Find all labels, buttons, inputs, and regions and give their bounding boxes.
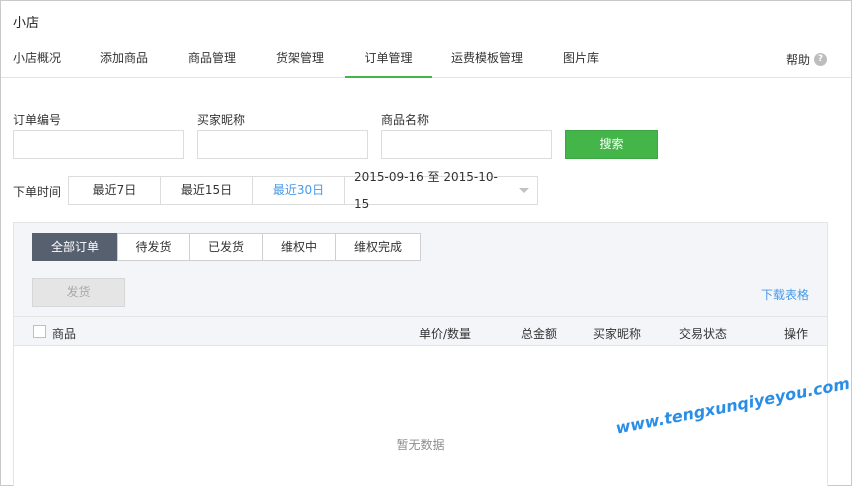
tab-all-orders[interactable]: 全部订单 <box>32 233 118 261</box>
page-title: 小店 <box>13 16 40 31</box>
nav-item-image-library[interactable]: 图片库 <box>563 49 599 78</box>
product-name-input[interactable] <box>381 130 552 159</box>
order-status-tabs: 全部订单 待发货 已发货 维权中 维权完成 <box>32 233 421 261</box>
buyer-nickname-input[interactable] <box>197 130 368 159</box>
column-header-status: 交易状态 <box>679 327 728 341</box>
nav-item-label: 小店概况 <box>13 51 62 65</box>
ship-button[interactable]: 发货 <box>32 278 125 307</box>
date-range-picker[interactable]: 2015-09-16 至 2015-10-15 <box>345 170 537 211</box>
nav-item-overview[interactable]: 小店概况 <box>13 49 61 78</box>
nav-item-order-management[interactable]: 订单管理 <box>345 49 432 78</box>
nav-item-label: 运费模板管理 <box>451 51 524 65</box>
question-circle-icon: ? <box>814 53 827 66</box>
nav-item-label: 图片库 <box>563 51 600 65</box>
buyer-nickname-label: 买家昵称 <box>197 113 246 127</box>
time-option-7-days[interactable]: 最近7日 <box>69 177 161 204</box>
time-option-30-days[interactable]: 最近30日 <box>253 177 345 204</box>
column-header-total: 总金额 <box>521 327 558 341</box>
select-all-checkbox[interactable] <box>33 325 46 338</box>
tab-dispute-resolved[interactable]: 维权完成 <box>335 233 421 261</box>
column-header-actions: 操作 <box>784 327 809 341</box>
order-no-label: 订单编号 <box>13 113 62 127</box>
help-label: 帮助 <box>785 53 810 67</box>
top-nav: 小店概况 添加商品 商品管理 货架管理 订单管理 运费模板管理 图片库 帮助 ? <box>1 41 851 78</box>
empty-state-text: 暂无数据 <box>396 438 445 452</box>
nav-item-label: 商品管理 <box>188 51 237 65</box>
column-header-price-quantity: 单价/数量 <box>419 327 472 341</box>
column-header-buyer: 买家昵称 <box>593 327 642 341</box>
nav-item-label: 货架管理 <box>276 51 325 65</box>
nav-item-label: 订单管理 <box>364 51 413 65</box>
tab-pending-shipment[interactable]: 待发货 <box>117 233 190 261</box>
nav-item-product-management[interactable]: 商品管理 <box>188 49 236 78</box>
nav-item-shelf-management[interactable]: 货架管理 <box>276 49 324 78</box>
order-no-input[interactable] <box>13 130 184 159</box>
window: 小店 小店概况 添加商品 商品管理 货架管理 订单管理 运费模板管理 图片库 帮… <box>0 0 852 486</box>
order-time-label: 下单时间 <box>13 185 62 199</box>
nav-item-label: 添加商品 <box>100 51 149 65</box>
product-name-label: 商品名称 <box>381 113 430 127</box>
orders-table-header: 商品 单价/数量 总金额 买家昵称 交易状态 操作 <box>14 316 827 346</box>
order-time-filter: 最近7日 最近15日 最近30日 2015-09-16 至 2015-10-15 <box>68 170 538 211</box>
orders-panel: 全部订单 待发货 已发货 维权中 维权完成 发货 下载表格 商品 单价/数量 总… <box>13 222 828 486</box>
tab-in-dispute[interactable]: 维权中 <box>262 233 336 261</box>
nav-item-add-product[interactable]: 添加商品 <box>100 49 148 78</box>
search-button[interactable]: 搜索 <box>565 130 658 159</box>
date-range-value: 2015-09-16 至 2015-10-15 <box>354 169 498 211</box>
tab-shipped[interactable]: 已发货 <box>189 233 263 261</box>
download-table-link[interactable]: 下载表格 <box>761 286 809 303</box>
caret-down-icon <box>519 188 529 193</box>
column-header-product: 商品 <box>52 327 77 341</box>
nav-item-shipping-templates[interactable]: 运费模板管理 <box>451 49 523 78</box>
help-link[interactable]: 帮助 ? <box>786 51 827 68</box>
time-option-15-days[interactable]: 最近15日 <box>161 177 253 204</box>
